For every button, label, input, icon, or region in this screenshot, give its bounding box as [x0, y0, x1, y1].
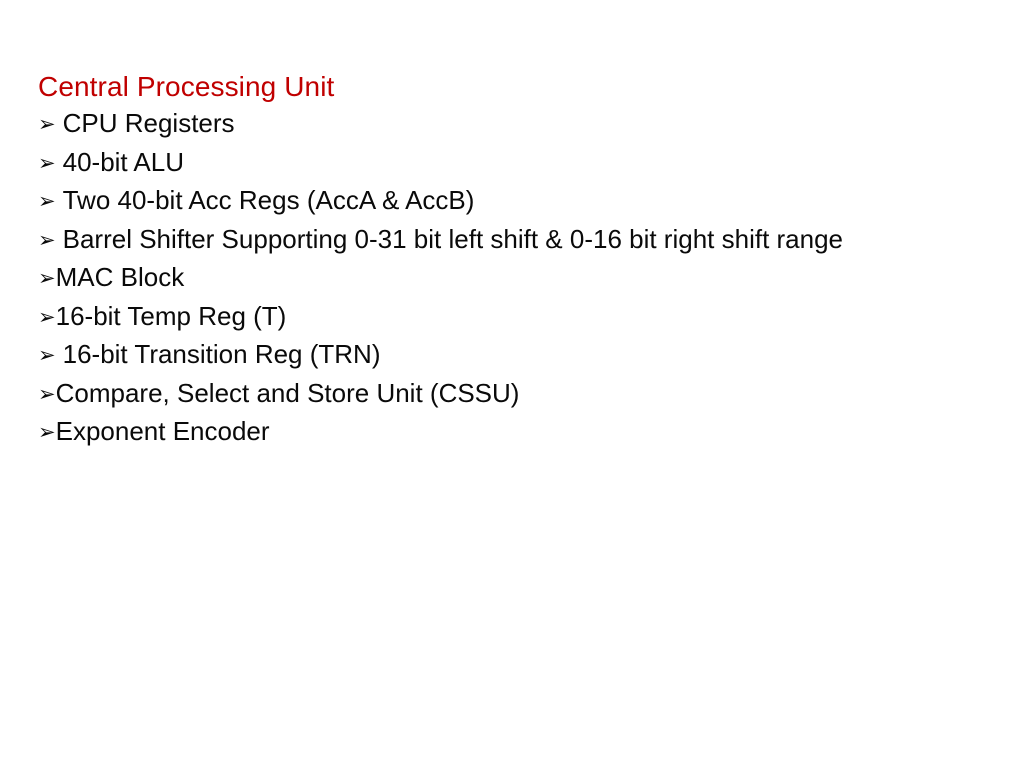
list-item: ➢ 16-bit Transition Reg (TRN)	[38, 336, 998, 375]
arrowhead-bullet: ➢	[38, 304, 56, 329]
list-item-label: MAC Block	[55, 262, 185, 292]
list-item: ➢Compare, Select and Store Unit (CSSU)	[38, 375, 998, 414]
arrowhead-bullet: ➢	[38, 343, 56, 367]
arrowhead-bullet: ➢	[38, 381, 56, 406]
list-item-label: 16-bit Temp Reg (T)	[55, 300, 287, 331]
list-item-label: Two 40-bit Acc Regs (AccA & AccB)	[62, 185, 475, 215]
list-item: ➢ 40-bit ALU	[38, 144, 998, 183]
list-item-label: Exponent Encoder	[55, 416, 270, 446]
list-item: ➢ Two 40-bit Acc Regs (AccA & AccB)	[38, 182, 998, 221]
arrowhead-bullet: ➢	[38, 227, 56, 252]
bullet-list: ➢ CPU Registers ➢ 40-bit ALU ➢ Two 40-bit Acc…	[38, 105, 998, 452]
list-item-label: 16-bit Transition Reg (TRN)	[62, 339, 381, 369]
arrowhead-bullet: ➢	[38, 420, 56, 444]
list-item-label: Compare, Select and Store Unit (CSSU)	[55, 377, 520, 408]
arrowhead-bullet: ➢	[38, 189, 56, 213]
arrowhead-bullet: ➢	[38, 112, 56, 136]
list-item: ➢MAC Block	[38, 259, 998, 298]
arrowhead-bullet: ➢	[38, 150, 56, 175]
list-item-label: Barrel Shifter Supporting 0-31 bit left …	[62, 223, 844, 254]
list-item: ➢16-bit Temp Reg (T)	[38, 298, 998, 337]
list-item: ➢ CPU Registers	[38, 105, 998, 144]
arrowhead-bullet: ➢	[38, 266, 56, 290]
list-item-label: 40-bit ALU	[62, 146, 185, 177]
list-item-label: CPU Registers	[62, 108, 235, 138]
slide-canvas: Central Processing Unit ➢ CPU Registers ➢ 4…	[0, 0, 1024, 768]
list-item: ➢Exponent Encoder	[38, 413, 998, 452]
list-item: ➢ Barrel Shifter Supporting 0-31 bit left…	[38, 221, 998, 260]
slide-content-block: Central Processing Unit ➢ CPU Registers ➢ 4…	[38, 68, 998, 452]
page-title: Central Processing Unit	[38, 71, 335, 102]
